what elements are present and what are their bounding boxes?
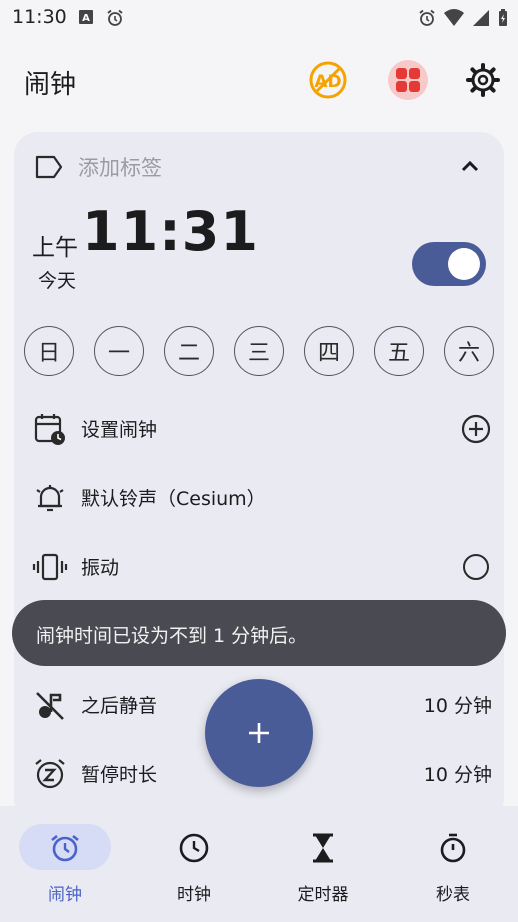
ringtone-row[interactable]: 默认铃声（Cesium） [32, 478, 492, 518]
silence-after-label: 之后静音 [81, 695, 158, 717]
nav-label-stopwatch: 秒表 [436, 885, 470, 905]
alarm-ring-icon [36, 485, 64, 512]
snooze-value: 10 分钟 [423, 764, 492, 786]
alarm-status-icon [419, 9, 435, 26]
snooze-icon [35, 759, 65, 789]
apps-grid-icon [396, 68, 420, 92]
nav-label-clock: 时钟 [177, 885, 211, 905]
toggle-knob [448, 248, 480, 280]
alarm-status-icon [107, 9, 123, 26]
snooze-label: 暂停时长 [81, 764, 158, 786]
battery-icon [499, 9, 507, 26]
day-sunday[interactable]: 日 [24, 326, 74, 376]
hourglass-icon [313, 833, 333, 863]
day-friday[interactable]: 五 [374, 326, 424, 376]
clock-icon [179, 833, 209, 863]
toast-text: 闹钟时间已设为不到 1 分钟后。 [36, 625, 308, 647]
remove-ads-button[interactable]: AD [308, 60, 348, 100]
vibrate-icon [32, 553, 68, 581]
alarm-icon [51, 834, 79, 862]
nav-timer[interactable]: 定时器 [273, 824, 373, 914]
vibrate-row[interactable]: 振动 [32, 547, 492, 587]
add-alarm-button[interactable] [205, 679, 313, 787]
gear-icon [466, 63, 500, 97]
add-circle-icon[interactable] [460, 413, 492, 445]
nav-alarm[interactable]: 闹钟 [15, 824, 115, 914]
ringtone-label: 默认铃声（Cesium） [81, 488, 266, 510]
music-off-icon [36, 692, 64, 720]
weekday-selector: 日 一 二 三 四 五 六 [24, 326, 494, 376]
alarm-ampm[interactable]: 上午 [32, 228, 78, 262]
svg-text:A: A [82, 13, 90, 24]
page-title: 闹钟 [24, 70, 77, 100]
collapse-button[interactable] [458, 154, 482, 178]
stopwatch-icon [440, 833, 466, 863]
wifi-icon [444, 9, 464, 26]
set-alarm-label: 设置闹钟 [81, 419, 158, 441]
toast: 闹钟时间已设为不到 1 分钟后。 [12, 600, 506, 666]
nav-stopwatch[interactable]: 秒表 [403, 824, 503, 914]
app-bar: 闹钟 AD [0, 56, 518, 106]
day-monday[interactable]: 一 [94, 326, 144, 376]
more-apps-button[interactable] [388, 60, 428, 100]
signal-icon [473, 10, 489, 26]
day-thursday[interactable]: 四 [304, 326, 354, 376]
silence-after-value: 10 分钟 [423, 695, 492, 717]
status-time: 11:30 [12, 6, 67, 28]
label-icon [35, 155, 63, 179]
plus-icon [249, 723, 269, 743]
alarm-enable-toggle[interactable] [412, 242, 486, 286]
settings-button[interactable] [465, 62, 501, 98]
alarm-time[interactable]: 11:31 [82, 200, 259, 263]
day-tuesday[interactable]: 二 [164, 326, 214, 376]
calendar-clock-icon [34, 414, 65, 445]
alarm-day-text: 今天 [38, 270, 77, 292]
vibrate-checkbox[interactable] [460, 551, 492, 583]
nav-label-timer: 定时器 [297, 885, 349, 905]
day-wednesday[interactable]: 三 [234, 326, 284, 376]
set-alarm-row[interactable]: 设置闹钟 [32, 409, 492, 449]
bottom-nav: 闹钟 时钟 定时器 秒表 [0, 806, 518, 922]
text-format-icon: A [79, 10, 93, 24]
no-ads-icon: AD [309, 61, 347, 99]
chevron-up-icon [461, 160, 479, 172]
nav-label-alarm: 闹钟 [48, 885, 82, 905]
vibrate-label: 振动 [81, 557, 120, 579]
add-label-button[interactable]: 添加标签 [34, 152, 162, 182]
nav-clock[interactable]: 时钟 [144, 824, 244, 914]
label-placeholder: 添加标签 [78, 156, 162, 180]
status-bar: 11:30 A [0, 0, 518, 36]
day-saturday[interactable]: 六 [444, 326, 494, 376]
